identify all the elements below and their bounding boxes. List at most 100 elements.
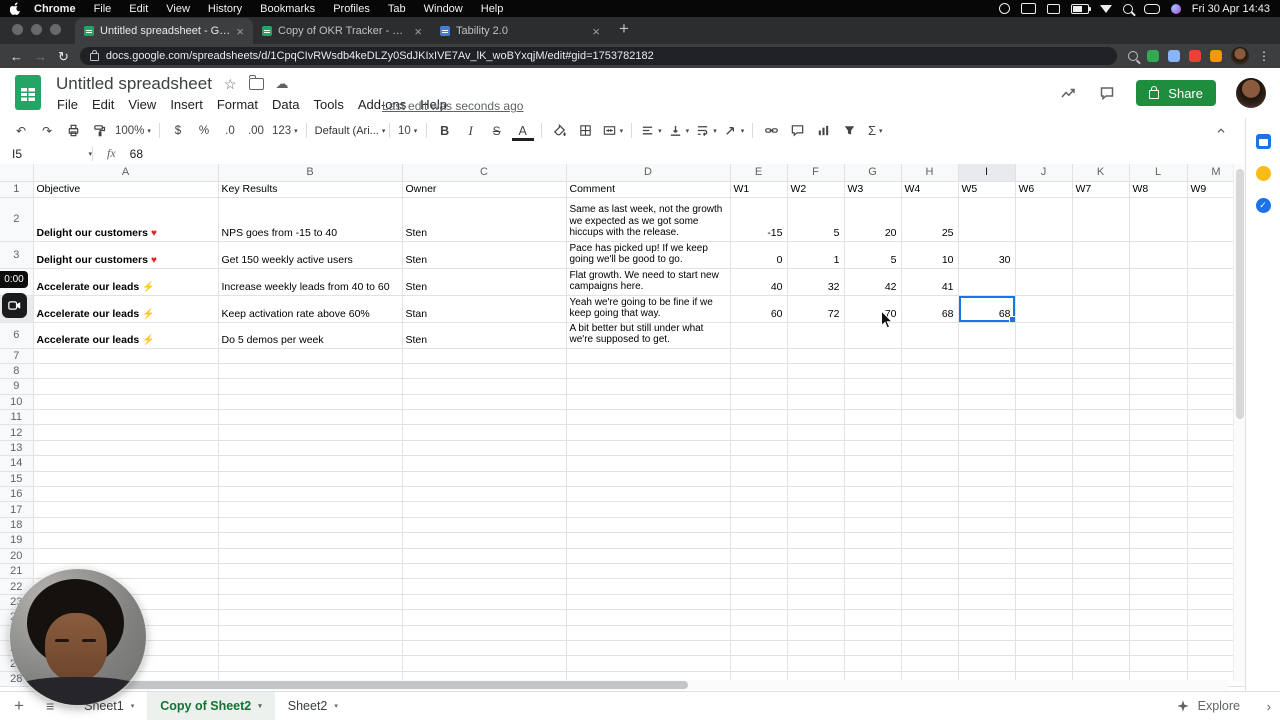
cell-I7[interactable]	[958, 348, 1016, 364]
functions-button[interactable]: Σ ▾	[862, 120, 888, 141]
cell-C22[interactable]	[402, 578, 567, 595]
cell-L25[interactable]	[1129, 625, 1188, 641]
cell-B3[interactable]: Get 150 weekly active users	[218, 241, 403, 269]
menu-view[interactable]: View	[157, 3, 199, 15]
text-wrap-button[interactable]: ▾	[692, 120, 720, 141]
cell-E12[interactable]	[730, 424, 788, 441]
insert-chart-button[interactable]	[810, 120, 836, 141]
cell-I5[interactable]: 68	[958, 295, 1016, 323]
cell-C15[interactable]	[402, 471, 567, 488]
sheets-menu-edit[interactable]: Edit	[85, 95, 121, 114]
cell-J27[interactable]	[1015, 655, 1073, 672]
cell-E15[interactable]	[730, 471, 788, 488]
cell-G12[interactable]	[844, 424, 902, 441]
redo-button[interactable]: ↷	[34, 120, 60, 141]
column-header-D[interactable]: D	[566, 164, 731, 182]
cell-H23[interactable]	[901, 594, 959, 611]
cell-D3[interactable]: Pace has picked up! If we keep going we'…	[566, 241, 731, 269]
cell-D16[interactable]	[566, 486, 731, 503]
cell-C13[interactable]	[402, 440, 567, 457]
cell-L21[interactable]	[1129, 563, 1188, 580]
battery-icon[interactable]	[1070, 3, 1091, 14]
cell-D8[interactable]	[566, 363, 731, 380]
cell-G27[interactable]	[844, 655, 902, 672]
cell-L27[interactable]	[1129, 655, 1188, 672]
cell-C23[interactable]	[402, 594, 567, 611]
row-header-7[interactable]: 7	[0, 348, 34, 364]
cell-H26[interactable]	[901, 640, 959, 657]
cell-A1[interactable]: Objective	[33, 181, 219, 198]
url-text[interactable]: docs.google.com/spreadsheets/d/1CpqCIvRW…	[106, 50, 654, 62]
cell-K5[interactable]	[1072, 295, 1130, 323]
strikethrough-button[interactable]: S	[484, 120, 510, 141]
cell-A11[interactable]	[33, 409, 219, 426]
tab-close-icon[interactable]: ×	[236, 25, 244, 38]
cell-I3[interactable]: 30	[958, 241, 1016, 269]
cell-J22[interactable]	[1015, 578, 1073, 595]
sheets-logo[interactable]	[15, 75, 41, 110]
column-header-I[interactable]: I	[958, 164, 1016, 182]
cell-B11[interactable]	[218, 409, 403, 426]
cell-I15[interactable]	[958, 471, 1016, 488]
cell-K16[interactable]	[1072, 486, 1130, 503]
cell-K23[interactable]	[1072, 594, 1130, 611]
row-header-21[interactable]: 21	[0, 563, 34, 580]
cell-K11[interactable]	[1072, 409, 1130, 426]
cell-L17[interactable]	[1129, 501, 1188, 518]
increase-decimal-button[interactable]: .00	[243, 120, 269, 141]
cell-L23[interactable]	[1129, 594, 1188, 611]
cell-F1[interactable]: W2	[787, 181, 845, 198]
cell-I24[interactable]	[958, 609, 1016, 626]
cell-H24[interactable]	[901, 609, 959, 626]
cell-B23[interactable]	[218, 594, 403, 611]
cell-G10[interactable]	[844, 394, 902, 411]
cell-A14[interactable]	[33, 455, 219, 472]
cell-I13[interactable]	[958, 440, 1016, 457]
cell-G19[interactable]	[844, 532, 902, 549]
cell-G25[interactable]	[844, 625, 902, 641]
filter-button[interactable]	[836, 120, 862, 141]
share-button[interactable]: Share	[1136, 80, 1216, 106]
cell-C20[interactable]	[402, 548, 567, 564]
control-center-icon[interactable]	[1143, 3, 1160, 14]
column-header-B[interactable]: B	[218, 164, 403, 182]
cell-K27[interactable]	[1072, 655, 1130, 672]
cell-J3[interactable]	[1015, 241, 1073, 269]
cell-F27[interactable]	[787, 655, 845, 672]
row-header-8[interactable]: 8	[0, 363, 34, 380]
cell-E13[interactable]	[730, 440, 788, 457]
row-header-2[interactable]: 2	[0, 197, 34, 242]
cell-F7[interactable]	[787, 348, 845, 364]
cell-L13[interactable]	[1129, 440, 1188, 457]
cell-I2[interactable]	[958, 197, 1016, 242]
cell-B17[interactable]	[218, 501, 403, 518]
cell-D25[interactable]	[566, 625, 731, 641]
column-header-E[interactable]: E	[730, 164, 788, 182]
chrome-menu-icon[interactable]: ⋮	[1258, 49, 1270, 63]
cell-E9[interactable]	[730, 378, 788, 395]
cell-J1[interactable]: W6	[1015, 181, 1073, 198]
cell-J8[interactable]	[1015, 363, 1073, 380]
cell-J15[interactable]	[1015, 471, 1073, 488]
record-icon[interactable]	[998, 3, 1010, 14]
row-header-13[interactable]: 13	[0, 440, 34, 457]
vertical-scrollbar-thumb[interactable]	[1236, 169, 1244, 419]
italic-button[interactable]: I	[458, 120, 484, 141]
cell-H11[interactable]	[901, 409, 959, 426]
tab-close-icon[interactable]: ×	[592, 25, 600, 38]
merge-cells-button[interactable]: ▾	[599, 120, 627, 141]
cell-B2[interactable]: NPS goes from -15 to 40	[218, 197, 403, 242]
cell-A13[interactable]	[33, 440, 219, 457]
row-header-3[interactable]: 3	[0, 241, 34, 269]
row-header-11[interactable]: 11	[0, 409, 34, 426]
borders-button[interactable]	[573, 120, 599, 141]
cell-K8[interactable]	[1072, 363, 1130, 380]
menubar-clock[interactable]: Fri 30 Apr 14:43	[1192, 3, 1270, 15]
cell-H2[interactable]: 25	[901, 197, 959, 242]
cell-G13[interactable]	[844, 440, 902, 457]
font-select[interactable]: Default (Ari... ▾	[312, 120, 386, 141]
row-header-10[interactable]: 10	[0, 394, 34, 411]
cell-E8[interactable]	[730, 363, 788, 380]
cell-D5[interactable]: Yeah we're going to be fine if we keep g…	[566, 295, 731, 323]
new-tab-button[interactable]: +	[609, 19, 641, 43]
